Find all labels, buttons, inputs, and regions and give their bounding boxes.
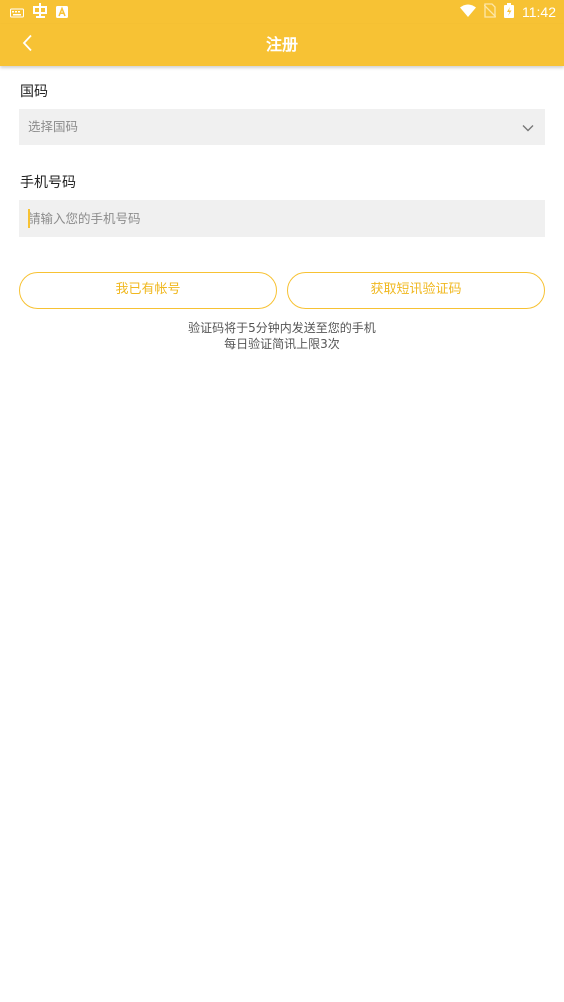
get-sms-code-button[interactable]: 获取短讯验证码 <box>287 272 545 309</box>
no-sim-icon <box>483 2 497 22</box>
country-code-select[interactable]: 选择国码 <box>19 109 545 145</box>
text-caret <box>28 209 30 228</box>
app-bar: 注册 <box>0 24 564 66</box>
status-left-icons <box>10 3 68 21</box>
text-a-icon <box>56 3 68 22</box>
status-time: 11:42 <box>522 4 556 20</box>
country-code-label: 国码 <box>20 84 48 100</box>
back-button[interactable] <box>12 30 44 60</box>
status-bar: 11:42 <box>0 0 564 24</box>
have-account-button[interactable]: 我已有帐号 <box>19 272 277 309</box>
phone-number-input[interactable] <box>19 200 545 237</box>
sms-hint-line-2: 每日验证简讯上限3次 <box>224 337 340 351</box>
wifi-icon <box>460 3 476 22</box>
status-right-icons: 11:42 <box>460 2 556 22</box>
chevron-left-icon <box>21 34 35 56</box>
page-title: 注册 <box>265 35 298 54</box>
battery-charging-icon <box>504 2 514 22</box>
chevron-down-icon <box>521 120 535 134</box>
sms-hint-line-1: 验证码将于5分钟内发送至您的手机 <box>188 321 376 335</box>
phone-number-field <box>19 200 545 237</box>
keyboard-icon <box>10 3 24 22</box>
phone-number-label: 手机号码 <box>20 175 76 191</box>
country-code-placeholder: 选择国码 <box>28 119 79 134</box>
app-notification-icon <box>32 2 48 22</box>
